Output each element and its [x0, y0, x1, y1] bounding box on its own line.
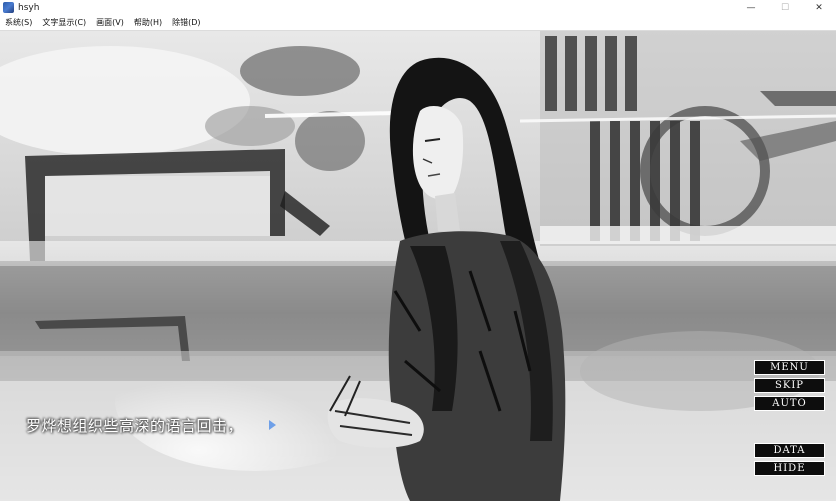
minimize-button[interactable]: — [734, 0, 768, 15]
menu-button[interactable]: MENU [754, 360, 825, 375]
menu-bar: 系统(S) 文字显示(C) 画面(V) 帮助(H) 除错(D) [0, 15, 836, 31]
menu-screen[interactable]: 画面(V) [91, 15, 129, 30]
close-button[interactable]: ✕ [802, 0, 836, 15]
dialogue-text: 罗烨想组织些高深的语言回击， [26, 417, 244, 435]
menu-system[interactable]: 系统(S) [0, 15, 37, 30]
title-bar: hsyh — ☐ ✕ [0, 0, 836, 16]
menu-text-display[interactable]: 文字显示(C) [37, 15, 91, 30]
maximize-button[interactable]: ☐ [768, 0, 802, 15]
window-controls: — ☐ ✕ [734, 0, 836, 15]
app-icon [3, 2, 14, 13]
skip-button[interactable]: SKIP [754, 378, 825, 393]
hide-button[interactable]: HIDE [754, 461, 825, 476]
game-window: hsyh — ☐ ✕ 系统(S) 文字显示(C) 画面(V) 帮助(H) 除错(… [0, 0, 836, 501]
menu-debug[interactable]: 除错(D) [167, 15, 205, 30]
menu-help[interactable]: 帮助(H) [129, 15, 167, 30]
data-button[interactable]: DATA [754, 443, 825, 458]
window-title: hsyh [18, 2, 40, 13]
auto-button[interactable]: AUTO [754, 396, 825, 411]
game-scene[interactable]: 罗烨想组织些高深的语言回击， MENU SKIP AUTO DATA HIDE [0, 31, 836, 501]
next-arrow-icon[interactable] [269, 420, 276, 430]
